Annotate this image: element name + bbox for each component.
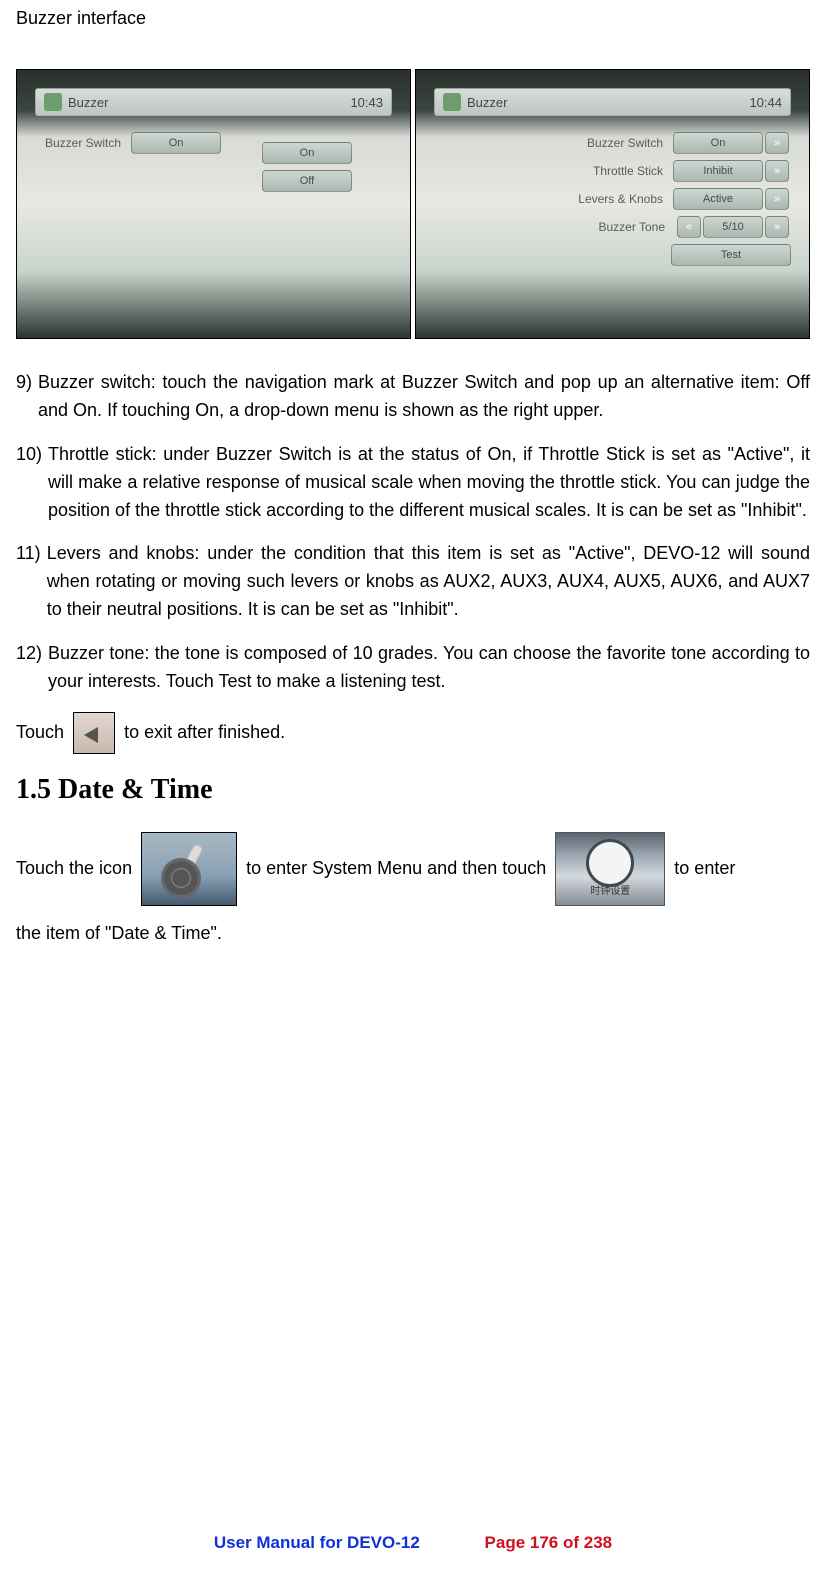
text-fragment: Touch the icon xyxy=(16,858,137,878)
date-time-line-1: Touch the icon to enter System Menu and … xyxy=(16,832,810,906)
list-text: Levers and knobs: under the condition th… xyxy=(47,540,810,624)
screenshot-left: Buzzer 10:43 Buzzer Switch On On Off xyxy=(16,69,411,339)
date-time-line-2: the item of "Date & Time". xyxy=(16,920,810,947)
clock-settings-icon: 时钟设置 xyxy=(555,832,665,906)
back-icon xyxy=(443,93,461,111)
page-title: Buzzer interface xyxy=(16,8,810,29)
icon-caption: 时钟设置 xyxy=(556,881,664,903)
nav-left-icon: « xyxy=(677,216,701,238)
system-menu-icon xyxy=(141,832,237,906)
device-header-right: Buzzer 10:44 xyxy=(434,88,791,116)
list-text: Throttle stick: under Buzzer Switch is a… xyxy=(48,441,810,525)
header-title: Buzzer xyxy=(68,95,108,110)
options-popup: On Off xyxy=(262,142,352,192)
touch-exit-line: Touch to exit after finished. xyxy=(16,712,810,754)
list-number: 9) xyxy=(16,369,32,425)
device-body-left: Buzzer Switch On On Off xyxy=(35,122,392,320)
nav-right-icon: » xyxy=(765,216,789,238)
list-number: 11) xyxy=(16,540,41,624)
section-heading: 1.5 Date & Time xyxy=(16,774,810,806)
list-text: Buzzer switch: touch the navigation mark… xyxy=(38,369,810,425)
option-off: Off xyxy=(262,170,352,192)
footer-page: Page 176 of 238 xyxy=(485,1533,613,1552)
text-fragment: to enter xyxy=(674,858,735,878)
list-text: Buzzer tone: the tone is composed of 10 … xyxy=(48,640,810,696)
text-fragment: Touch xyxy=(16,722,69,742)
footer-manual: User Manual for DEVO-12 xyxy=(214,1533,420,1552)
clock-time: 10:44 xyxy=(749,95,782,110)
screenshot-pair: Buzzer 10:43 Buzzer Switch On On Off Buz… xyxy=(16,69,810,339)
list-item-11: 11) Levers and knobs: under the conditio… xyxy=(16,540,810,624)
row-label: Buzzer Switch xyxy=(587,136,663,150)
row-value: Active xyxy=(673,188,763,210)
row-label: Throttle Stick xyxy=(593,164,663,178)
clock-time: 10:43 xyxy=(350,95,383,110)
row-label: Levers & Knobs xyxy=(578,192,663,206)
list-item-9: 9) Buzzer switch: touch the navigation m… xyxy=(16,369,810,425)
row-label: Buzzer Switch xyxy=(45,136,121,150)
option-on: On xyxy=(262,142,352,164)
text-fragment: to enter System Menu and then touch xyxy=(246,858,551,878)
device-header-left: Buzzer 10:43 xyxy=(35,88,392,116)
text-fragment: to exit after finished. xyxy=(124,722,285,742)
row-value: On xyxy=(673,132,763,154)
row-value: 5/10 xyxy=(703,216,763,238)
header-title: Buzzer xyxy=(467,95,507,110)
device-body-right: Buzzer Switch On » Throttle Stick Inhibi… xyxy=(434,122,791,320)
page-footer: User Manual for DEVO-12 Page 176 of 238 xyxy=(0,1533,826,1553)
row-value: Inhibit xyxy=(673,160,763,182)
back-arrow-icon xyxy=(73,712,115,754)
list-number: 10) xyxy=(16,441,42,525)
list-item-10: 10) Throttle stick: under Buzzer Switch … xyxy=(16,441,810,525)
back-icon xyxy=(44,93,62,111)
test-button: Test xyxy=(671,244,791,266)
screenshot-right: Buzzer 10:44 Buzzer Switch On » Throttle… xyxy=(415,69,810,339)
nav-right-icon: » xyxy=(765,132,789,154)
list-item-12: 12) Buzzer tone: the tone is composed of… xyxy=(16,640,810,696)
nav-right-icon: » xyxy=(765,160,789,182)
list-number: 12) xyxy=(16,640,42,696)
row-value: On xyxy=(131,132,221,154)
nav-right-icon: » xyxy=(765,188,789,210)
row-label: Buzzer Tone xyxy=(599,220,666,234)
